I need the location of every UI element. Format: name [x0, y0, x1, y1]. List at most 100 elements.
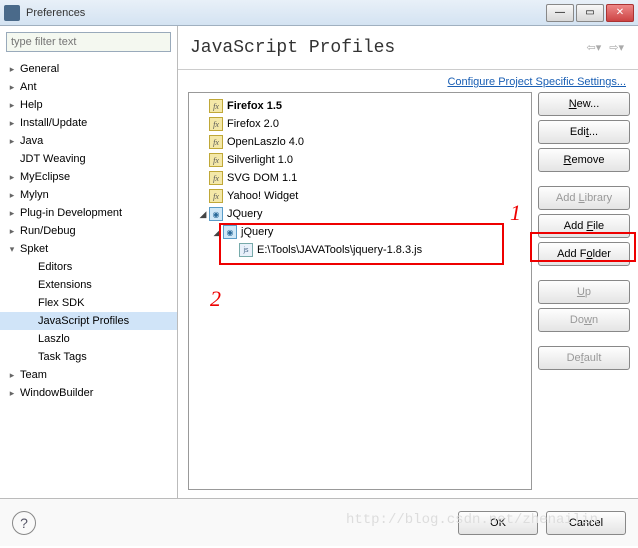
sidebar-item-jdt-weaving[interactable]: JDT Weaving — [0, 150, 177, 168]
preferences-tree[interactable]: ▸General▸Ant▸Help▸Install/Update▸JavaJDT… — [0, 58, 177, 498]
sidebar-item-extensions[interactable]: Extensions — [0, 276, 177, 294]
chevron-right-icon[interactable]: ▸ — [6, 189, 18, 201]
tree-label: Run/Debug — [20, 225, 76, 237]
nav-arrows: ⇦▾ ⇨▾ — [585, 39, 627, 56]
configure-project-link[interactable]: Configure Project Specific Settings... — [447, 76, 626, 88]
spacer — [24, 261, 36, 273]
profile-label: JQuery — [227, 208, 262, 220]
sidebar-item-spket[interactable]: ▾Spket — [0, 240, 177, 258]
window-title: Preferences — [26, 7, 546, 19]
fx-icon: fx — [209, 189, 223, 203]
maximize-button[interactable]: ▭ — [576, 4, 604, 22]
fx-icon: fx — [209, 117, 223, 131]
spacer — [24, 333, 36, 345]
tree-label: Help — [20, 99, 43, 111]
profile-item[interactable]: fxSVG DOM 1.1 — [191, 169, 529, 187]
sidebar-item-run-debug[interactable]: ▸Run/Debug — [0, 222, 177, 240]
spacer — [24, 297, 36, 309]
sidebar-item-editors[interactable]: Editors — [0, 258, 177, 276]
back-arrow-icon[interactable]: ⇦▾ — [585, 39, 604, 56]
sidebar-item-laszlo[interactable]: Laszlo — [0, 330, 177, 348]
ok-button[interactable]: OK — [458, 511, 538, 535]
chevron-down-icon[interactable]: ▾ — [6, 243, 18, 255]
profile-item[interactable]: ◢◉jQuery — [191, 223, 529, 241]
library-icon: ◉ — [223, 225, 237, 239]
content-panel: JavaScript Profiles ⇦▾ ⇨▾ Configure Proj… — [178, 26, 638, 498]
tree-label: Java — [20, 135, 43, 147]
profile-label: Silverlight 1.0 — [227, 154, 293, 166]
add-file-button[interactable]: Add File — [538, 214, 630, 238]
remove-button[interactable]: Remove — [538, 148, 630, 172]
help-icon[interactable]: ? — [12, 511, 36, 535]
sidebar-item-general[interactable]: ▸General — [0, 60, 177, 78]
library-icon: ◉ — [209, 207, 223, 221]
new-button[interactable]: New... — [538, 92, 630, 116]
forward-arrow-icon[interactable]: ⇨▾ — [607, 39, 626, 56]
chevron-right-icon[interactable]: ▸ — [6, 81, 18, 93]
close-button[interactable]: ✕ — [606, 4, 634, 22]
chevron-right-icon[interactable]: ▸ — [6, 63, 18, 75]
titlebar: Preferences — ▭ ✕ — [0, 0, 638, 26]
spacer — [24, 315, 36, 327]
sidebar-item-flex-sdk[interactable]: Flex SDK — [0, 294, 177, 312]
sidebar-item-mylyn[interactable]: ▸Mylyn — [0, 186, 177, 204]
sidebar-item-task-tags[interactable]: Task Tags — [0, 348, 177, 366]
sidebar: ▸General▸Ant▸Help▸Install/Update▸JavaJDT… — [0, 26, 178, 498]
profile-item[interactable]: fxFirefox 1.5 — [191, 97, 529, 115]
tree-label: Mylyn — [20, 189, 49, 201]
profile-item[interactable]: fxSilverlight 1.0 — [191, 151, 529, 169]
sidebar-item-ant[interactable]: ▸Ant — [0, 78, 177, 96]
default-button[interactable]: Default — [538, 346, 630, 370]
sidebar-item-javascript-profiles[interactable]: JavaScript Profiles — [0, 312, 177, 330]
chevron-right-icon[interactable]: ▸ — [6, 171, 18, 183]
sidebar-item-java[interactable]: ▸Java — [0, 132, 177, 150]
profile-label: Firefox 2.0 — [227, 118, 279, 130]
add-folder-button[interactable]: Add Folder — [538, 242, 630, 266]
tree-label: Plug-in Development — [20, 207, 122, 219]
config-link-row: Configure Project Specific Settings... — [178, 70, 638, 92]
chevron-right-icon[interactable]: ▸ — [6, 387, 18, 399]
fx-icon: fx — [209, 135, 223, 149]
file-icon: js — [239, 243, 253, 257]
profile-item[interactable]: fxYahoo! Widget — [191, 187, 529, 205]
tree-label: JavaScript Profiles — [38, 315, 129, 327]
chevron-right-icon[interactable]: ▸ — [6, 135, 18, 147]
profile-item[interactable]: js E:\Tools\JAVATools\jquery-1.8.3.js — [191, 241, 529, 259]
sidebar-item-help[interactable]: ▸Help — [0, 96, 177, 114]
chevron-down-icon[interactable]: ◢ — [211, 227, 223, 238]
down-button[interactable]: Down — [538, 308, 630, 332]
profile-label: E:\Tools\JAVATools\jquery-1.8.3.js — [257, 244, 422, 256]
minimize-button[interactable]: — — [546, 4, 574, 22]
chevron-down-icon[interactable]: ◢ — [197, 209, 209, 220]
tree-label: WindowBuilder — [20, 387, 93, 399]
up-button[interactable]: Up — [538, 280, 630, 304]
chevron-right-icon[interactable]: ▸ — [6, 99, 18, 111]
filter-container — [6, 32, 171, 52]
profile-item[interactable]: ◢◉ JQuery — [191, 205, 529, 223]
chevron-right-icon[interactable]: ▸ — [6, 207, 18, 219]
sidebar-item-plug-in-development[interactable]: ▸Plug-in Development — [0, 204, 177, 222]
spacer — [6, 153, 18, 165]
cancel-button[interactable]: Cancel — [546, 511, 626, 535]
edit-button[interactable]: Edit... — [538, 120, 630, 144]
tree-label: MyEclipse — [20, 171, 70, 183]
chevron-right-icon[interactable]: ▸ — [6, 225, 18, 237]
tree-label: Install/Update — [20, 117, 87, 129]
add-library-button[interactable]: Add Library — [538, 186, 630, 210]
profile-label: SVG DOM 1.1 — [227, 172, 297, 184]
tree-label: General — [20, 63, 59, 75]
chevron-right-icon[interactable]: ▸ — [6, 369, 18, 381]
sidebar-item-install-update[interactable]: ▸Install/Update — [0, 114, 177, 132]
filter-input[interactable] — [6, 32, 171, 52]
profile-item[interactable]: fx Firefox 2.0 — [191, 115, 529, 133]
main-area: ▸General▸Ant▸Help▸Install/Update▸JavaJDT… — [0, 26, 638, 498]
sidebar-item-team[interactable]: ▸Team — [0, 366, 177, 384]
tree-label: Laszlo — [38, 333, 70, 345]
sidebar-item-myeclipse[interactable]: ▸MyEclipse — [0, 168, 177, 186]
profile-item[interactable]: fxOpenLaszlo 4.0 — [191, 133, 529, 151]
sidebar-item-windowbuilder[interactable]: ▸WindowBuilder — [0, 384, 177, 402]
app-icon — [4, 5, 20, 21]
profiles-tree[interactable]: fxFirefox 1.5 fx Firefox 2.0 fxOpenLaszlo 4… — [188, 92, 532, 490]
window-buttons: — ▭ ✕ — [546, 4, 634, 22]
chevron-right-icon[interactable]: ▸ — [6, 117, 18, 129]
